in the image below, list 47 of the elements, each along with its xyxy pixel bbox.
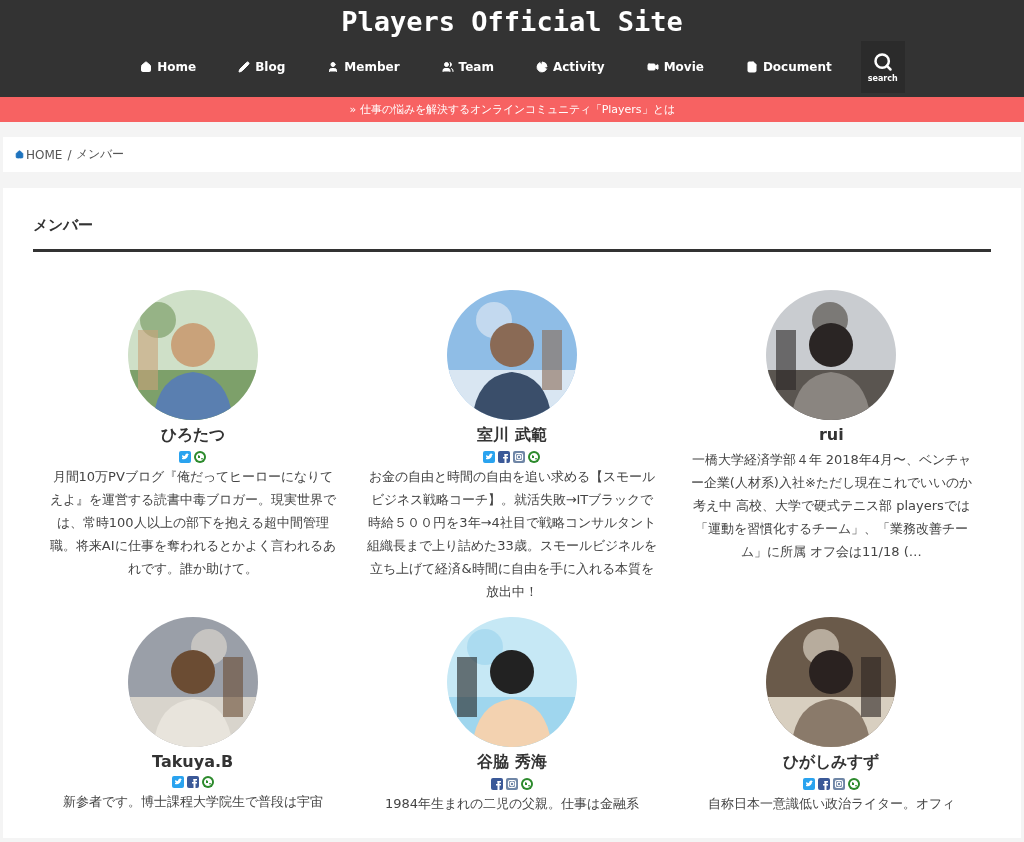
globe-icon[interactable] xyxy=(528,451,541,463)
facebook-icon[interactable] xyxy=(498,451,511,463)
member-bio: 月間10万PVブログ『俺だってヒーローになりてえよ』を運営する読書中毒ブロガー。現実世界では、常時100人以上の部下を抱える超中間管理職。将来AIに仕事を奪われるとかよく言われるあれです。誰か助けて。 xyxy=(48,468,337,578)
home-icon xyxy=(15,150,24,159)
instagram-icon[interactable] xyxy=(832,778,845,790)
home-icon xyxy=(140,61,153,73)
instagram-icon[interactable] xyxy=(513,451,526,463)
search-icon xyxy=(872,51,893,72)
twitter-icon[interactable] xyxy=(179,451,192,463)
member-bio: お金の自由と時間の自由を追い求める【スモールビジネス戦略コーチ】。就活失敗→ITブラックで時給５００円を3年→4社目で戦略コンサルタント組織長まで上り詰めた33歳。スモールビジネルを立ち上げて経済&時間に自由を手に入れる本質を放出中！ xyxy=(366,468,658,601)
site-title[interactable]: Players Official Site xyxy=(341,6,683,37)
users-icon xyxy=(441,61,454,73)
page-title: メンバー xyxy=(33,216,991,252)
member-name[interactable]: Takuya.B xyxy=(152,752,234,771)
member-name[interactable]: 谷脇 秀海 xyxy=(477,752,547,773)
globe-icon[interactable] xyxy=(201,776,214,788)
pie-chart-icon xyxy=(535,61,548,73)
globe-icon[interactable] xyxy=(521,778,533,790)
nav-item[interactable]: Document xyxy=(724,43,853,91)
facebook-icon[interactable] xyxy=(491,778,503,790)
nav-item[interactable]: Member xyxy=(306,43,421,91)
member-bio: 自称日本一意識低い政治ライター。オフィ xyxy=(706,795,956,813)
search-button[interactable]: search xyxy=(860,41,905,93)
video-camera-icon xyxy=(646,61,659,73)
breadcrumb-current: メンバー xyxy=(76,146,125,163)
member-bio: 一橋大学経済学部４年 2018年4月〜、ベンチャー企業(人材系)入社※ただし現在これでいいのか考え中 高校、大学で硬式テニス部 playersでは「運動を習慣化するチーム」、「業務改善チーム」に所属 オフ会は11/18 (… xyxy=(689,451,973,561)
member-name[interactable]: ひがしみすず xyxy=(783,752,880,773)
facebook-icon[interactable] xyxy=(817,778,830,790)
nav-item[interactable]: Home xyxy=(119,43,218,91)
nav-item[interactable]: Movie xyxy=(625,43,725,91)
document-icon xyxy=(745,61,758,73)
nav-item[interactable]: Activity xyxy=(514,43,626,91)
member-bio: 新参者です。博士課程大学院生で普段は宇宙 xyxy=(61,793,324,811)
user-icon xyxy=(327,61,340,73)
member-bio: 1984年生まれの二児の父親。仕事は金融系 xyxy=(383,795,641,813)
instagram-icon[interactable] xyxy=(506,778,518,790)
nav-item[interactable]: Blog xyxy=(217,43,307,91)
member-name[interactable]: ひろたつ xyxy=(160,425,225,446)
member-name[interactable]: 室川 武範 xyxy=(477,425,547,446)
pencil-icon xyxy=(238,61,251,73)
breadcrumb-home-link[interactable]: HOME xyxy=(15,147,63,162)
breadcrumb-separator: / xyxy=(67,147,72,162)
globe-icon[interactable] xyxy=(194,451,207,463)
nav-item[interactable]: Team xyxy=(420,43,515,91)
member-name[interactable]: rui xyxy=(818,425,844,444)
globe-icon[interactable] xyxy=(847,778,860,790)
facebook-icon[interactable] xyxy=(186,776,199,788)
